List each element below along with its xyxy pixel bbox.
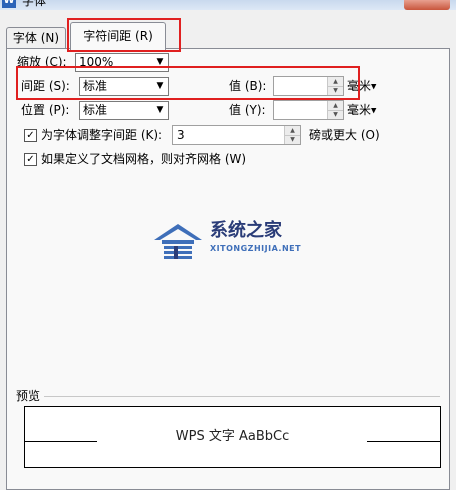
spin-down-icon[interactable]: ▼ xyxy=(328,110,343,119)
position-unit-select[interactable]: 毫米▼ xyxy=(347,102,376,119)
highlight-box-tab xyxy=(67,18,181,52)
preview-label: 预览 xyxy=(16,389,41,403)
chevron-down-icon: ▼ xyxy=(156,105,164,115)
kerning-value: 3 xyxy=(177,128,185,142)
position-amount-label: 值 (Y): xyxy=(229,103,266,117)
wps-app-icon: W xyxy=(2,0,16,8)
watermark-logo: 系统之家 XITONGZHIJIA.NET xyxy=(152,216,332,270)
position-unit: 毫米 xyxy=(347,103,372,117)
kerning-label: 为字体调整字间距 (K): xyxy=(41,128,163,142)
position-value: 标准 xyxy=(83,103,108,117)
house-logo-icon xyxy=(154,224,202,259)
close-button[interactable] xyxy=(404,0,450,10)
kerning-stepper[interactable]: 3 ▲ ▼ xyxy=(172,125,301,145)
tab-font[interactable]: 字体 (N) xyxy=(6,27,66,48)
preview-box: WPS 文字 AaBbCc xyxy=(24,406,441,468)
spin-down-icon[interactable]: ▼ xyxy=(285,135,300,144)
snap-grid-checkbox[interactable]: ✓ xyxy=(24,153,37,166)
highlight-box-spacing xyxy=(16,66,360,100)
chevron-down-icon: ▼ xyxy=(371,106,377,115)
preview-sample-text: WPS 文字 AaBbCc xyxy=(175,429,290,444)
position-amount-stepper[interactable]: ▲ ▼ xyxy=(273,100,344,120)
snap-grid-label: 如果定义了文档网格，则对齐网格 (W) xyxy=(41,152,247,166)
preview-divider xyxy=(44,396,440,397)
position-label: 位置 (P): xyxy=(21,103,70,117)
watermark-title: 系统之家 xyxy=(210,220,282,241)
kerning-suffix: 磅或更大 (O) xyxy=(309,128,380,142)
title-bar: W 字体 xyxy=(0,0,456,10)
position-select[interactable]: 标准 ▼ xyxy=(79,101,169,120)
watermark-subtitle: XITONGZHIJIA.NET xyxy=(210,244,302,253)
window-title: 字体 xyxy=(22,0,47,8)
chevron-down-icon: ▼ xyxy=(371,82,377,91)
kerning-checkbox[interactable]: ✓ xyxy=(24,129,37,142)
